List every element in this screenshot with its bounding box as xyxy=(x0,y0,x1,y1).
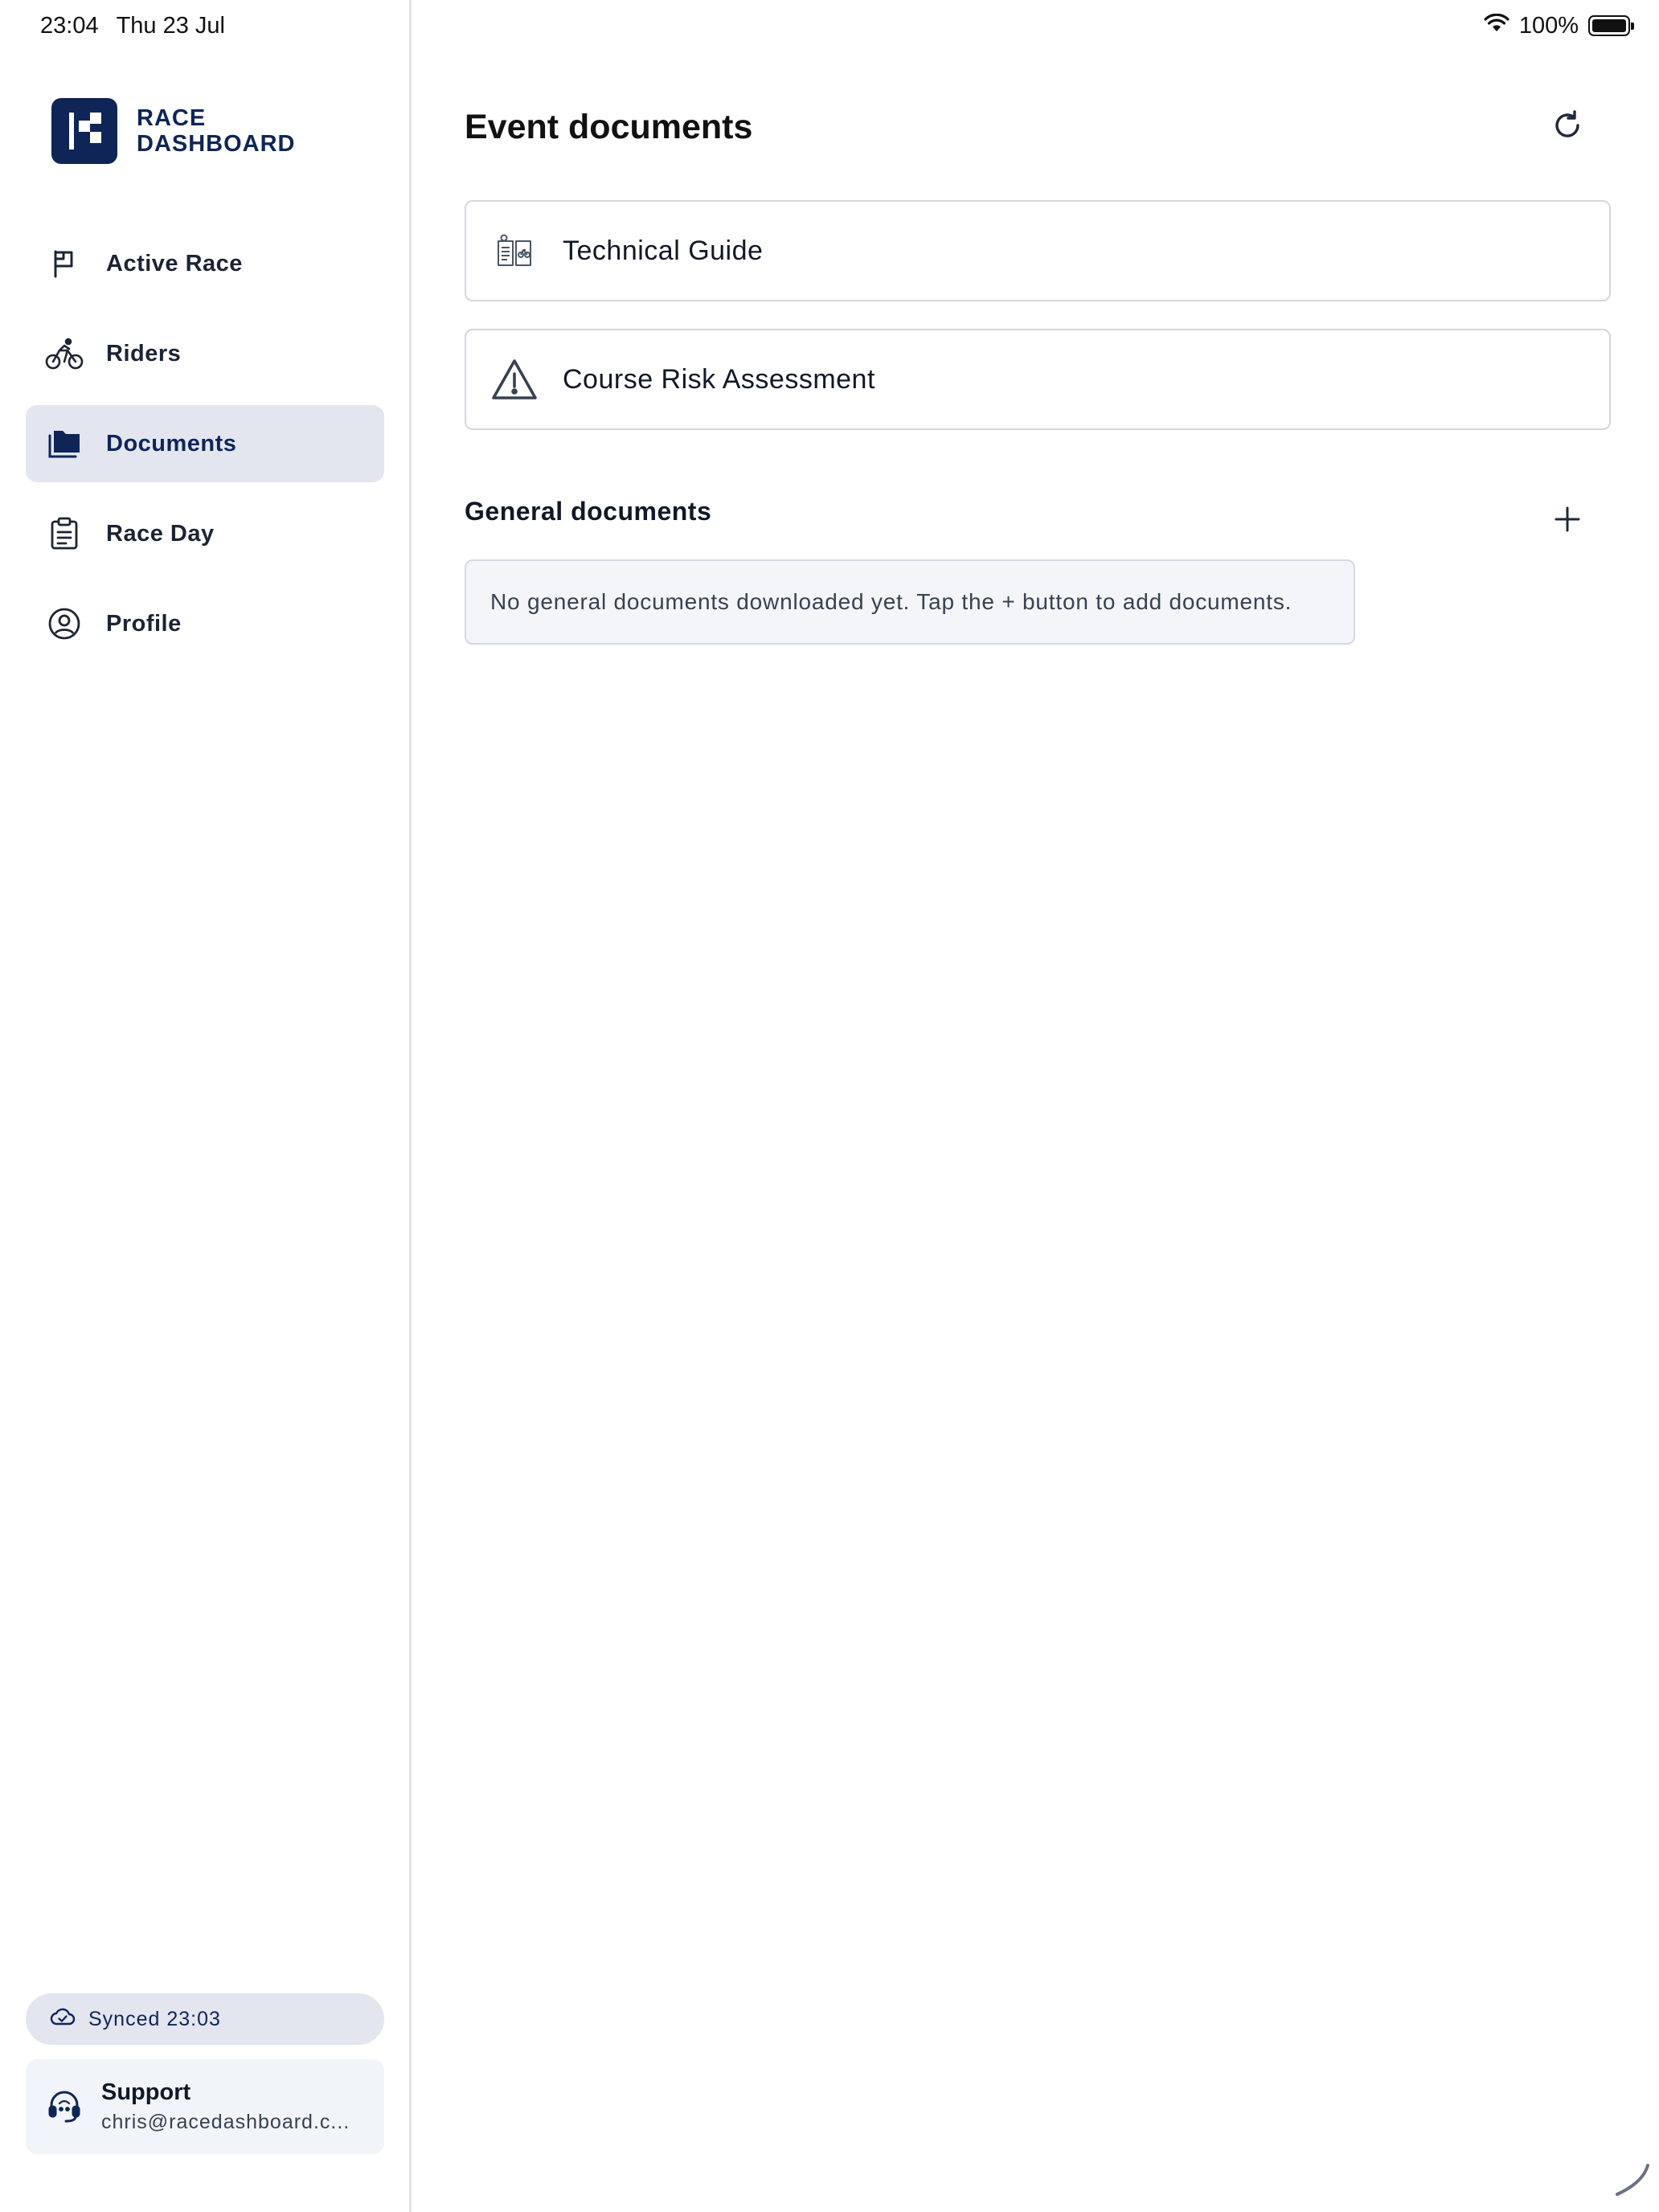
status-bar: 23:04 Thu 23 Jul 100% xyxy=(0,0,1659,51)
sidebar: RACE DASHBOARD Active Race Riders Docume… xyxy=(0,0,412,2212)
sidebar-nav: Active Race Riders Documents Race Day Pr… xyxy=(26,225,384,675)
document-title: Technical Guide xyxy=(563,235,764,266)
battery-icon xyxy=(1588,15,1634,36)
brand-line-1: RACE xyxy=(137,105,207,131)
sidebar-item-race-day[interactable]: Race Day xyxy=(26,495,384,572)
status-left: 23:04 Thu 23 Jul xyxy=(40,13,225,39)
bicycle-rider-icon xyxy=(45,334,84,373)
flag-icon xyxy=(45,244,84,283)
status-time: 23:04 xyxy=(40,12,99,39)
sidebar-item-label: Documents xyxy=(106,430,237,457)
refresh-button[interactable] xyxy=(1548,108,1587,146)
sync-status-badge[interactable]: Synced 23:03 xyxy=(26,1993,384,2045)
refresh-icon xyxy=(1551,109,1583,145)
document-card-course-risk-assessment[interactable]: Course Risk Assessment xyxy=(465,329,1611,430)
support-card[interactable]: Support chris@racedashboard.c... xyxy=(26,2059,384,2154)
support-texts: Support chris@racedashboard.c... xyxy=(101,2079,367,2134)
document-title: Course Risk Assessment xyxy=(563,363,875,395)
sidebar-item-label: Active Race xyxy=(106,250,243,276)
support-title: Support xyxy=(101,2079,191,2105)
headset-icon xyxy=(45,2086,84,2128)
warning-triangle-icon xyxy=(490,355,539,403)
scroll-indicator xyxy=(1612,2162,1651,2205)
sidebar-item-documents[interactable]: Documents xyxy=(26,405,384,482)
folder-icon xyxy=(45,424,84,463)
sidebar-item-label: Race Day xyxy=(106,520,215,547)
general-documents-title: General documents xyxy=(465,497,712,526)
main-content: Event documents Technical Guide Course R… xyxy=(465,0,1611,2212)
status-date: Thu 23 Jul xyxy=(116,12,225,39)
sync-status-text: Synced 23:03 xyxy=(88,2007,221,2030)
checkered-flag-logo-icon xyxy=(51,98,117,164)
status-right: 100% xyxy=(1484,12,1634,39)
sidebar-item-label: Profile xyxy=(106,610,182,637)
support-email: chris@racedashboard.c... xyxy=(101,2111,350,2133)
wifi-icon xyxy=(1484,13,1509,39)
add-document-button[interactable] xyxy=(1548,502,1587,540)
technical-guide-icon xyxy=(490,227,539,275)
brand-name: RACE DASHBOARD xyxy=(137,105,296,157)
document-card-technical-guide[interactable]: Technical Guide xyxy=(465,200,1611,301)
plus-icon xyxy=(1554,506,1581,537)
page-title: Event documents xyxy=(465,108,753,146)
sidebar-item-profile[interactable]: Profile xyxy=(26,585,384,662)
brand-logo[interactable]: RACE DASHBOARD xyxy=(51,98,296,164)
clipboard-icon xyxy=(45,514,84,553)
user-circle-icon xyxy=(45,604,84,643)
cloud-check-icon xyxy=(50,2007,76,2032)
sidebar-item-riders[interactable]: Riders xyxy=(26,315,384,392)
sidebar-item-active-race[interactable]: Active Race xyxy=(26,225,384,302)
battery-percent: 100% xyxy=(1518,12,1579,39)
sidebar-item-label: Riders xyxy=(106,340,182,367)
general-documents-empty-message: No general documents downloaded yet. Tap… xyxy=(465,559,1355,645)
brand-line-2: DASHBOARD xyxy=(137,131,296,157)
